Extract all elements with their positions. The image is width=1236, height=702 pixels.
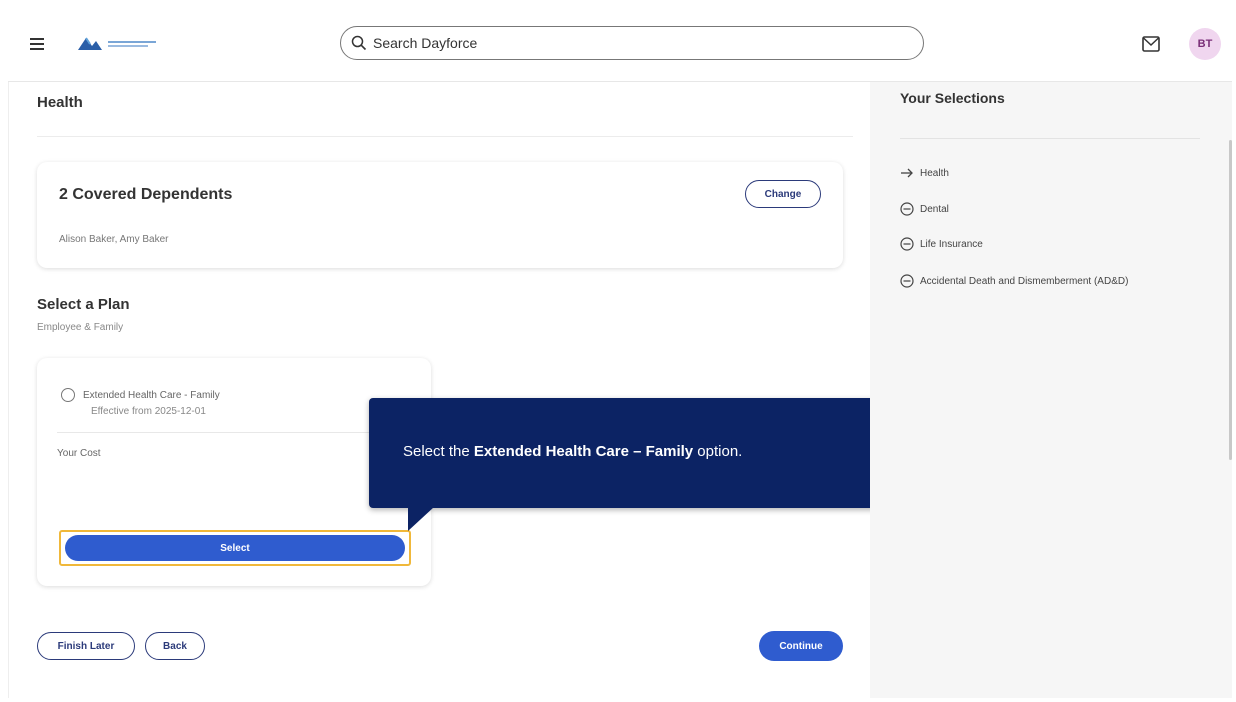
- circle-minus-icon: [900, 274, 914, 288]
- covered-dependents-card: 2 Covered Dependents Alison Baker, Amy B…: [37, 162, 843, 268]
- menu-icon[interactable]: [30, 38, 44, 50]
- select-plan-heading: Select a Plan: [37, 296, 130, 313]
- select-plan-button[interactable]: Select: [65, 535, 405, 561]
- selection-label: Accidental Death and Dismemberment (AD&D…: [920, 275, 1129, 287]
- change-dependents-button[interactable]: Change: [745, 180, 821, 208]
- main-content: Health 2 Covered Dependents Alison Baker…: [8, 82, 868, 698]
- tooltip-text-suffix: option.: [693, 443, 743, 460]
- tooltip-text-prefix: Select the: [403, 443, 474, 460]
- company-logo[interactable]: [72, 32, 164, 54]
- dependents-title: 2 Covered Dependents: [59, 186, 233, 203]
- search-bar[interactable]: [340, 26, 924, 60]
- scrollbar[interactable]: [1229, 140, 1232, 460]
- tooltip-text-emphasis: Extended Health Care – Family: [473, 443, 694, 460]
- divider: [37, 136, 853, 137]
- selection-label: Health: [920, 167, 949, 179]
- finish-later-button[interactable]: Finish Later: [37, 632, 135, 660]
- circle-minus-icon: [900, 237, 914, 251]
- selections-panel: Your Selections Health Dental Life Insur…: [870, 82, 1232, 698]
- selection-item-add[interactable]: Accidental Death and Dismemberment (AD&D…: [900, 274, 1128, 288]
- divider: [57, 432, 411, 433]
- arrow-right-icon: [901, 168, 913, 178]
- plan-effective-date: Effective from 2025-12-01: [91, 406, 206, 417]
- user-avatar[interactable]: BT: [1189, 28, 1221, 60]
- back-button[interactable]: Back: [145, 632, 205, 660]
- inbox-icon[interactable]: [1142, 36, 1160, 52]
- continue-button[interactable]: Continue: [759, 631, 843, 661]
- selection-item-health[interactable]: Health: [900, 166, 949, 180]
- selection-item-life-insurance[interactable]: Life Insurance: [900, 237, 983, 251]
- plan-coverage-subtitle: Employee & Family: [37, 322, 124, 333]
- top-bar: BT: [8, 10, 1232, 82]
- selection-label: Life Insurance: [920, 238, 983, 250]
- your-cost-label: Your Cost: [57, 448, 101, 459]
- tooltip-pointer: [408, 507, 434, 531]
- selection-item-dental[interactable]: Dental: [900, 202, 949, 216]
- search-icon: [351, 35, 367, 51]
- plan-radio[interactable]: [61, 388, 75, 402]
- plan-name[interactable]: Extended Health Care - Family: [83, 390, 220, 401]
- highlight-frame: Select: [59, 530, 411, 566]
- page-title: Health: [37, 94, 83, 111]
- selection-label: Dental: [920, 203, 949, 215]
- divider: [900, 138, 1200, 139]
- circle-minus-icon: [900, 202, 914, 216]
- search-input[interactable]: [373, 35, 893, 51]
- dependents-names: Alison Baker, Amy Baker: [59, 234, 169, 245]
- tooltip-text: Select the Extended Health Care – Family…: [403, 443, 742, 460]
- selections-title: Your Selections: [900, 90, 1005, 106]
